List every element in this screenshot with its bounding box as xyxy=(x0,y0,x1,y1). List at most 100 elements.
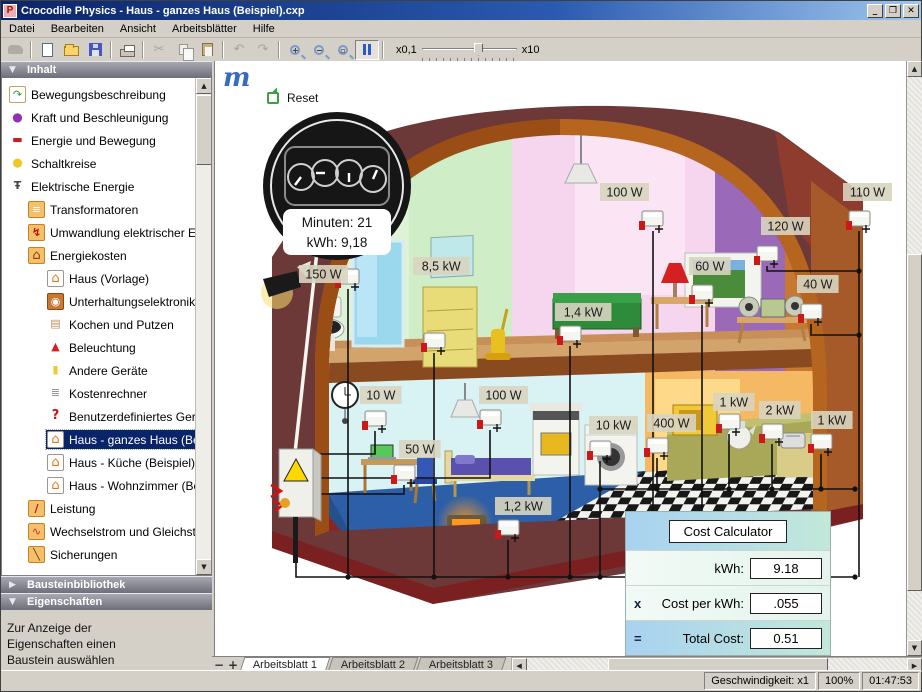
entertainment-icon: ◉ xyxy=(47,293,64,310)
power-label: 1,4 kW xyxy=(555,303,611,321)
reset-button[interactable]: Reset xyxy=(267,91,318,105)
restore-button[interactable]: ❐ xyxy=(885,4,901,18)
new-button[interactable] xyxy=(35,40,59,60)
tree-item-andere-geräte[interactable]: ▮Andere Geräte xyxy=(2,359,195,382)
tree-item-elektrische-energie[interactable]: ŦElektrische Energie xyxy=(2,175,195,198)
open-button[interactable] xyxy=(59,40,83,60)
cost-per-kwh-input[interactable]: .055 xyxy=(750,593,822,614)
scrollbar-thumb[interactable] xyxy=(196,95,212,165)
switch-indicator xyxy=(689,295,695,304)
speed-slider[interactable] xyxy=(422,43,517,57)
save-button[interactable] xyxy=(83,40,107,60)
open-icon xyxy=(64,46,79,56)
meter-minutes: Minuten: 21 xyxy=(302,215,373,230)
tree-item-benutzerdefiniertes-gerät[interactable]: ?Benutzerdefiniertes Gerät xyxy=(2,405,195,428)
switch-indicator xyxy=(716,424,722,433)
tree-item-leistung[interactable]: ∕ Leistung xyxy=(2,497,195,520)
tree-item-haus-ganzes-haus-beispiel[interactable]: ⌂Haus - ganzes Haus (Beispiel) xyxy=(2,428,195,451)
power-label: 10 kW xyxy=(589,416,638,434)
simulation-canvas[interactable]: 100 W110 W120 W60 W40 W8,5 kW150 W1,4 kW… xyxy=(214,61,906,656)
svg-text:100 W: 100 W xyxy=(606,186,642,200)
tree-item-energie-und-bewegung[interactable]: ▬Energie und Bewegung xyxy=(2,129,195,152)
cost-per-kwh-label: Cost per kWh: xyxy=(656,596,744,611)
meter-kwh: kWh: 9,18 xyxy=(307,235,368,250)
menubar: DateiBearbeitenAnsichtArbeitsblätterHilf… xyxy=(1,20,921,38)
sidebar: ▼ Inhalt ↷Bewegungsbeschreibung●Kraft un… xyxy=(1,61,212,672)
multiply-sign: x xyxy=(634,596,656,611)
section-header-inhalt[interactable]: ▼ Inhalt xyxy=(1,61,212,78)
tree-item-kraft-und-beschleunigung[interactable]: ●Kraft und Beschleunigung xyxy=(2,106,195,129)
tree-item-haus-vorlage[interactable]: ⌂Haus (Vorlage) xyxy=(2,267,195,290)
scroll-up-icon[interactable]: ▲ xyxy=(196,78,212,94)
print-button[interactable] xyxy=(115,40,139,60)
zoom-page-icon: ▫ xyxy=(338,45,348,55)
zoom-out-button[interactable]: − xyxy=(307,40,331,60)
scroll-down-icon[interactable]: ▼ xyxy=(907,640,922,656)
menu-datei[interactable]: Datei xyxy=(1,21,43,37)
tree-item-wechselstrom-und-gleichstrom[interactable]: ∿Wechselstrom und Gleichstrom xyxy=(2,520,195,543)
custom-device-icon: ? xyxy=(47,408,64,425)
toolbar-separator xyxy=(222,41,224,59)
tree-item-haus-wohnzimmer-beispiel[interactable]: ⌂Haus - Wohnzimmer (Beispiel) xyxy=(2,474,195,497)
zoom-page-button[interactable]: ▫ xyxy=(331,40,355,60)
svg-text:60 W: 60 W xyxy=(695,260,724,274)
tree-item-haus-küche-beispiel[interactable]: ⌂ Haus - Küche (Beispiel) xyxy=(2,451,195,474)
tree-item-label: Leistung xyxy=(50,502,95,516)
house-kitchen-icon: ⌂ xyxy=(47,454,64,471)
tree-item-unterhaltungselektronik[interactable]: ◉Unterhaltungselektronik xyxy=(2,290,195,313)
total-cost-value[interactable]: 0.51 xyxy=(750,628,822,649)
power-label: 2 kW xyxy=(759,401,801,419)
content-tree: ↷Bewegungsbeschreibung●Kraft und Beschle… xyxy=(1,78,212,576)
save-icon xyxy=(89,43,102,56)
tree-item-umwandlung-elektrischer-energie[interactable]: ↯Umwandlung elektrischer Energie xyxy=(2,221,195,244)
tree-item-transformatoren[interactable]: ≡Transformatoren xyxy=(2,198,195,221)
tree-item-label: Kostenrechner xyxy=(69,387,147,401)
slider-track[interactable] xyxy=(422,48,517,50)
power-label: 8,5 kW xyxy=(413,257,469,275)
menu-bearbeiten[interactable]: Bearbeiten xyxy=(43,21,112,37)
kwh-value[interactable]: 9.18 xyxy=(750,558,822,579)
switch-indicator xyxy=(495,530,501,539)
tree-item-label: Elektrische Energie xyxy=(31,180,134,194)
minimize-button[interactable]: _ xyxy=(867,4,883,18)
tree-item-sicherungen[interactable]: ╲Sicherungen xyxy=(2,543,195,566)
lighting-icon: ▲ xyxy=(47,339,64,356)
tree-item-beleuchtung[interactable]: ▲Beleuchtung xyxy=(2,336,195,359)
tree-item-schaltkreise[interactable]: ●Schaltkreise xyxy=(2,152,195,175)
slider-thumb[interactable] xyxy=(474,43,483,56)
window-title: Crocodile Physics - Haus - ganzes Haus (… xyxy=(21,5,867,17)
tree-item-label: Haus - Küche (Beispiel) xyxy=(69,456,195,470)
sidebar-scrollbar[interactable]: ▲ ▼ xyxy=(195,78,211,575)
power-icon: ∕ xyxy=(28,500,45,517)
pause-button[interactable] xyxy=(355,40,379,60)
tree-item-energiekosten[interactable]: ⌂Energiekosten xyxy=(2,244,195,267)
close-button[interactable]: ✕ xyxy=(903,4,919,18)
canvas-vscrollbar[interactable]: ▲ ▼ xyxy=(906,61,922,656)
section-header-bausteinbibliothek[interactable]: ▶ Bausteinbibliothek xyxy=(1,576,212,593)
scroll-up-icon[interactable]: ▲ xyxy=(907,61,922,77)
tree-item-label: Andere Geräte xyxy=(69,364,148,378)
menu-ansicht[interactable]: Ansicht xyxy=(112,21,164,37)
zoom-out-icon: − xyxy=(314,45,324,55)
paste-button xyxy=(195,40,219,60)
toaster xyxy=(781,433,805,448)
switch-indicator xyxy=(557,336,563,345)
titlebar[interactable]: P Crocodile Physics - Haus - ganzes Haus… xyxy=(1,1,921,20)
electricity-meter[interactable]: Minuten: 21 kWh: 9,18 xyxy=(263,112,411,260)
switch-indicator xyxy=(759,434,765,443)
tree-item-kostenrechner[interactable]: ≣Kostenrechner xyxy=(2,382,195,405)
zoom-in-button[interactable]: + xyxy=(283,40,307,60)
menu-hilfe[interactable]: Hilfe xyxy=(245,21,283,37)
tree-item-bewegungsbeschreibung[interactable]: ↷Bewegungsbeschreibung xyxy=(2,83,195,106)
scroll-down-icon[interactable]: ▼ xyxy=(196,559,212,575)
menu-arbeitsbl-tter[interactable]: Arbeitsblätter xyxy=(164,21,245,37)
tree-item-kochen-und-putzen[interactable]: ▤Kochen und Putzen xyxy=(2,313,195,336)
cost-calculator-panel[interactable]: Cost Calculator kWh: 9.18 x Cost per kWh… xyxy=(625,511,831,656)
tree-item-label: Transformatoren xyxy=(50,203,138,217)
section-header-eigenschaften[interactable]: ▼ Eigenschaften xyxy=(1,593,212,610)
status-speed: Geschwindigkeit: x1 xyxy=(704,672,816,690)
total-cost-label: Total Cost: xyxy=(656,631,744,646)
vscrollbar-thumb[interactable] xyxy=(907,254,922,591)
ac-dc-icon: ∿ xyxy=(28,523,45,540)
app-icon: P xyxy=(3,4,17,18)
